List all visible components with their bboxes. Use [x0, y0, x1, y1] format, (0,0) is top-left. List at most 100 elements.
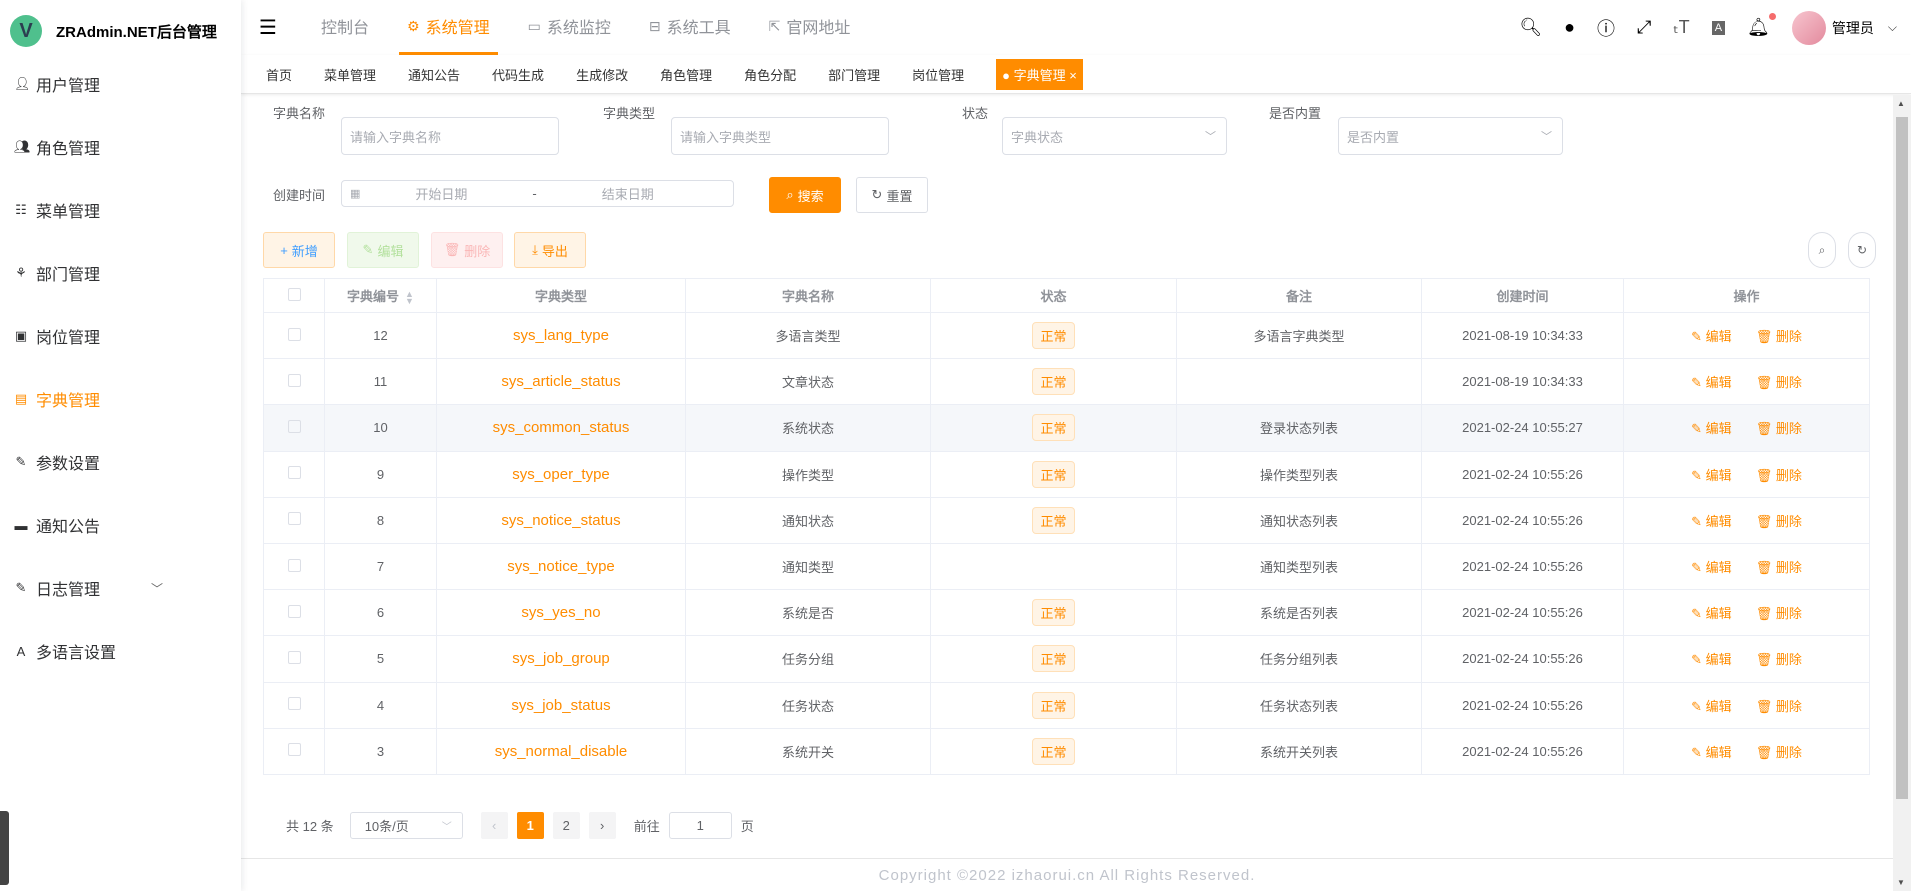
tag-5[interactable]: 角色管理: [660, 65, 712, 84]
prev-page-button[interactable]: ‹: [480, 811, 508, 839]
table-row[interactable]: 3 sys_normal_disable 系统开关 正常 系统开关列表 2021…: [263, 727, 1870, 775]
row-select[interactable]: [263, 727, 325, 775]
top-nav-item-1[interactable]: ⚙ 系统管理: [399, 0, 498, 55]
row-delete-button[interactable]: 🗑︎ 删除: [1756, 745, 1802, 760]
sidebar-item-8[interactable]: ✎ 日志管理 ﹀: [0, 560, 241, 616]
date-range-picker[interactable]: ▦ 开始日期 - 结束日期: [341, 180, 734, 207]
bell-icon[interactable]: 🔔︎: [1747, 13, 1776, 38]
add-button[interactable]: + 新增: [263, 232, 335, 268]
username[interactable]: 管理员: [1832, 18, 1874, 38]
row-edit-button[interactable]: ✎ 编辑: [1691, 514, 1732, 529]
dict-name-input[interactable]: 请输入字典名称: [341, 117, 559, 155]
row-delete-button[interactable]: 🗑︎ 删除: [1756, 652, 1802, 667]
table-row[interactable]: 7 sys_notice_type 通知类型 通知类型列表 2021-02-24…: [263, 542, 1870, 591]
top-nav-item-4[interactable]: ⇱ 官网地址: [761, 0, 859, 55]
table-row[interactable]: 12 sys_lang_type 多语言类型 正常 多语言字典类型 2021-0…: [263, 311, 1870, 360]
row-edit-button[interactable]: ✎ 编辑: [1691, 329, 1732, 344]
row-delete-button[interactable]: 🗑︎ 删除: [1756, 329, 1802, 344]
dict-type-link[interactable]: sys_article_status: [501, 373, 620, 390]
row-edit-button[interactable]: ✎ 编辑: [1691, 652, 1732, 667]
row-edit-button[interactable]: ✎ 编辑: [1691, 745, 1732, 760]
row-select[interactable]: [263, 358, 325, 406]
row-edit-button[interactable]: ✎ 编辑: [1691, 560, 1732, 575]
language-icon[interactable]: A: [1711, 20, 1726, 35]
checkbox[interactable]: [287, 558, 301, 572]
tag-6[interactable]: 角色分配: [744, 65, 796, 84]
top-nav-item-0[interactable]: 控制台: [313, 0, 377, 55]
github-icon[interactable]: ●: [1564, 17, 1575, 38]
close-icon[interactable]: ×: [1066, 68, 1077, 83]
page-1[interactable]: 1: [516, 811, 544, 839]
row-edit-button[interactable]: ✎ 编辑: [1691, 375, 1732, 390]
row-delete-button[interactable]: 🗑︎ 删除: [1756, 560, 1802, 575]
chevron-down-icon[interactable]: ⌵: [1888, 20, 1897, 35]
sidebar-item-7[interactable]: ▬ 通知公告: [0, 497, 241, 553]
row-delete-button[interactable]: 🗑︎ 删除: [1756, 514, 1802, 529]
tag-2[interactable]: 通知公告: [408, 65, 460, 84]
goto-page-input[interactable]: 1: [668, 811, 732, 839]
table-row[interactable]: 8 sys_notice_status 通知状态 正常 通知状态列表 2021-…: [263, 496, 1870, 544]
row-edit-button[interactable]: ✎ 编辑: [1691, 468, 1732, 483]
checkbox[interactable]: [287, 512, 301, 526]
table-row[interactable]: 4 sys_job_status 任务状态 正常 任务状态列表 2021-02-…: [263, 681, 1870, 729]
row-edit-button[interactable]: ✎ 编辑: [1691, 699, 1732, 714]
hamburger-icon[interactable]: ☰: [259, 15, 289, 40]
checkbox[interactable]: [287, 287, 301, 301]
row-delete-button[interactable]: 🗑︎ 删除: [1756, 421, 1802, 436]
vertical-scrollbar[interactable]: ▲ ▼: [1893, 95, 1911, 891]
sidebar-item-3[interactable]: ⚘ 部门管理: [0, 245, 241, 301]
top-nav-item-2[interactable]: ▭ 系统监控: [520, 0, 619, 55]
checkbox[interactable]: [287, 373, 301, 387]
next-page-button[interactable]: ›: [588, 811, 616, 839]
row-select[interactable]: [263, 589, 325, 637]
row-delete-button[interactable]: 🗑︎ 删除: [1756, 699, 1802, 714]
checkbox[interactable]: [287, 697, 301, 711]
search-icon[interactable]: 🔍︎: [1519, 17, 1542, 38]
sidebar-item-1[interactable]: 👥︎ 角色管理: [0, 119, 241, 175]
table-row[interactable]: 9 sys_oper_type 操作类型 正常 操作类型列表 2021-02-2…: [263, 450, 1870, 498]
dict-type-link[interactable]: sys_yes_no: [521, 604, 600, 621]
toggle-search-button[interactable]: ⌕: [1808, 232, 1836, 268]
sidebar-item-2[interactable]: ☷ 菜单管理: [0, 182, 241, 238]
row-edit-button[interactable]: ✎ 编辑: [1691, 421, 1732, 436]
tag-4[interactable]: 生成修改: [576, 65, 628, 84]
fullscreen-icon[interactable]: ⤢: [1637, 17, 1651, 38]
status-select[interactable]: 字典状态 ﹀: [1002, 117, 1227, 155]
row-delete-button[interactable]: 🗑︎ 删除: [1756, 606, 1802, 621]
select-all[interactable]: [263, 278, 325, 313]
checkbox[interactable]: [287, 466, 301, 480]
start-date[interactable]: 开始日期: [415, 184, 467, 203]
dict-type-link[interactable]: sys_common_status: [493, 419, 630, 436]
font-size-icon[interactable]: ₜT: [1673, 17, 1689, 38]
row-delete-button[interactable]: 🗑︎ 删除: [1756, 468, 1802, 483]
checkbox[interactable]: [287, 743, 301, 757]
edit-button[interactable]: ✎ 编辑: [347, 232, 419, 268]
dict-type-link[interactable]: sys_job_status: [511, 697, 610, 714]
row-select[interactable]: [263, 542, 325, 591]
dict-type-link[interactable]: sys_notice_type: [507, 558, 615, 575]
column-header[interactable]: 字典编号 ▲ ▼: [324, 278, 437, 313]
row-edit-button[interactable]: ✎ 编辑: [1691, 606, 1732, 621]
row-select[interactable]: [263, 496, 325, 544]
builtin-select[interactable]: 是否内置 ﹀: [1338, 117, 1563, 155]
checkbox[interactable]: [287, 327, 301, 341]
table-row[interactable]: 5 sys_job_group 任务分组 正常 任务分组列表 2021-02-2…: [263, 635, 1870, 683]
row-delete-button[interactable]: 🗑︎ 删除: [1756, 375, 1802, 390]
logo[interactable]: V ZRAdmin.NET后台管理: [0, 0, 241, 62]
table-row[interactable]: 10 sys_common_status 系统状态 正常 登录状态列表 2021…: [263, 404, 1870, 452]
scroll-up-icon[interactable]: ▲: [1897, 99, 1905, 108]
tag-9[interactable]: ● 字典管理 ×: [996, 58, 1083, 90]
delete-button[interactable]: 🗑︎ 删除: [431, 232, 503, 268]
checkbox[interactable]: [287, 650, 301, 664]
scroll-down-icon[interactable]: ▼: [1897, 878, 1905, 887]
row-select[interactable]: [263, 681, 325, 729]
end-date[interactable]: 结束日期: [602, 184, 654, 203]
tag-7[interactable]: 部门管理: [828, 65, 880, 84]
dict-type-link[interactable]: sys_normal_disable: [495, 743, 628, 760]
row-select[interactable]: [263, 450, 325, 498]
refresh-button[interactable]: ↻: [1848, 232, 1876, 268]
table-row[interactable]: 6 sys_yes_no 系统是否 正常 系统是否列表 2021-02-24 1…: [263, 589, 1870, 637]
sidebar-item-0[interactable]: 👤︎ 用户管理: [0, 56, 241, 112]
search-button[interactable]: ⌕ 搜索: [769, 177, 841, 213]
dict-type-link[interactable]: sys_job_group: [512, 650, 610, 667]
